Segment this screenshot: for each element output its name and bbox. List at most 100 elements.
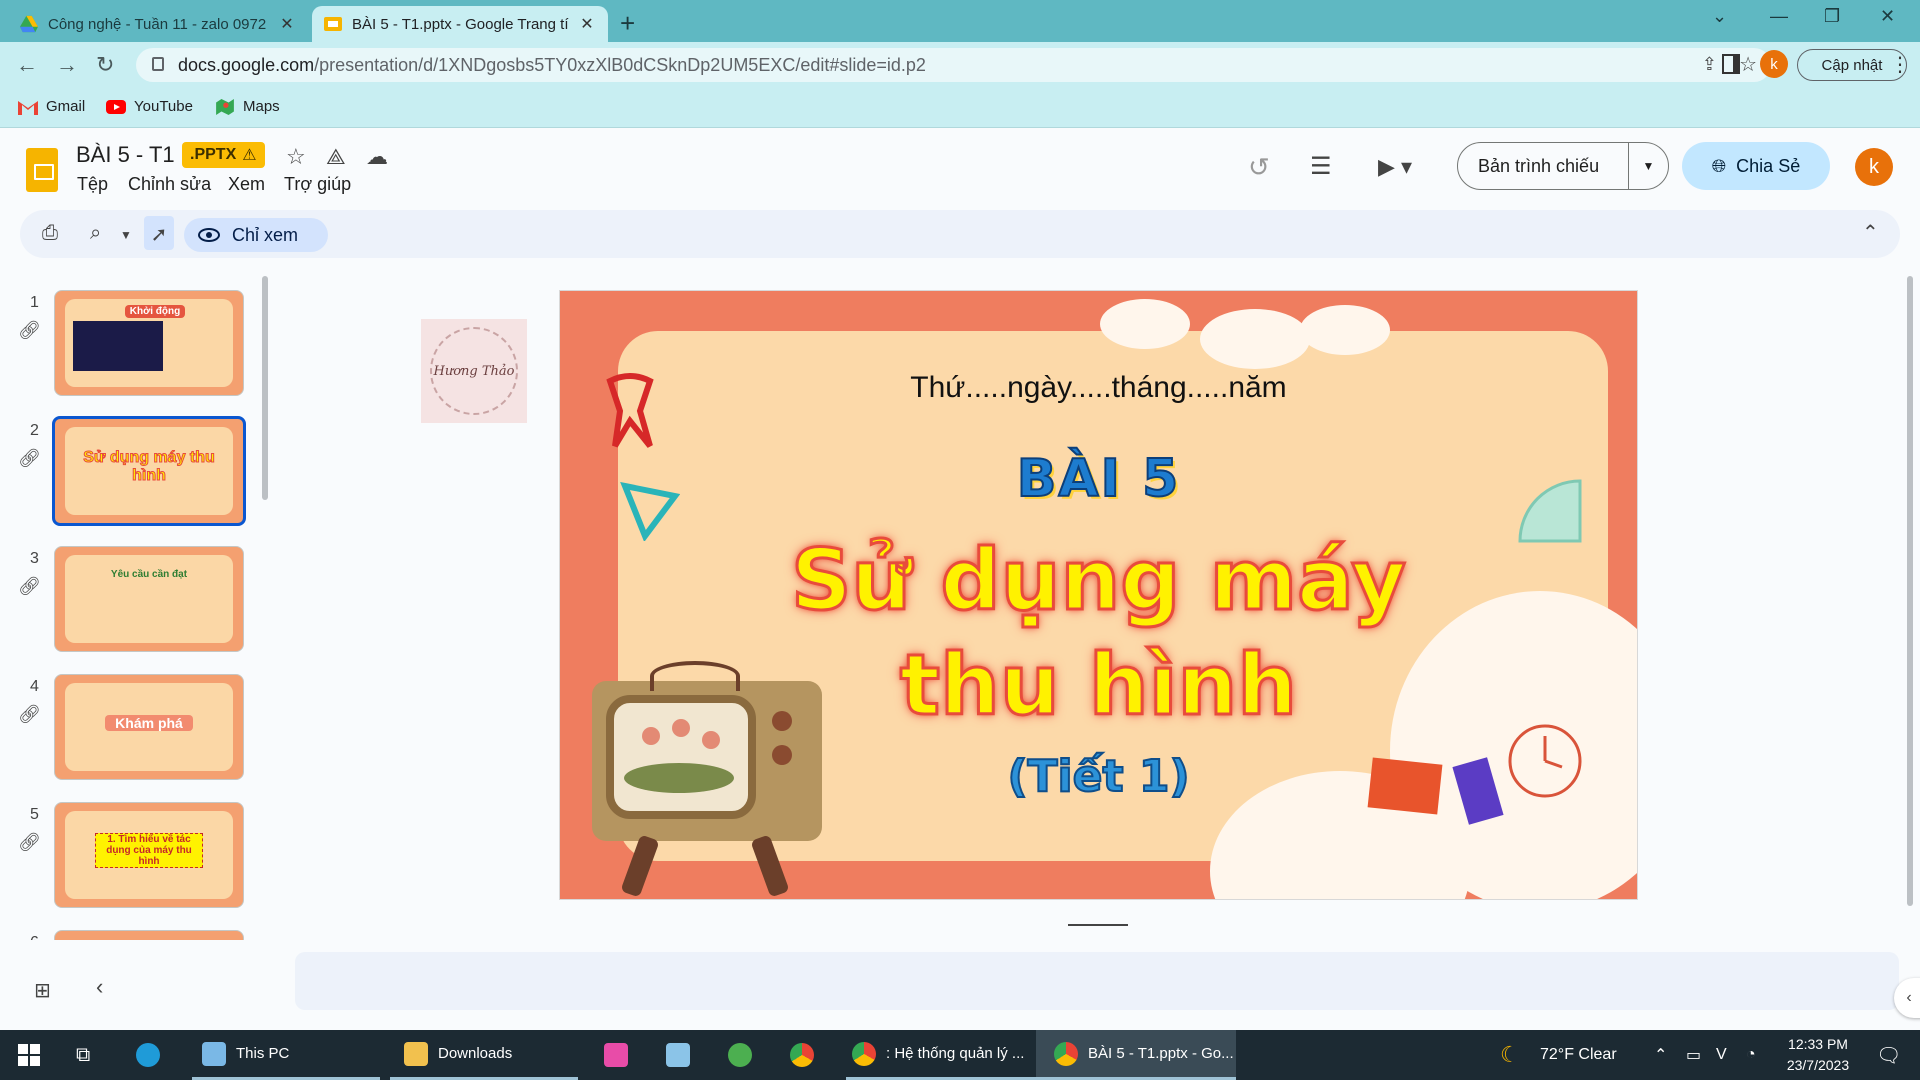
version-history-icon[interactable]: ↺ [1248,152,1270,183]
move-to-drive-icon[interactable]: ⟁ [326,144,346,170]
clock-icon [1508,724,1582,798]
slide-thumbnail-row[interactable]: 3 🔗︎ Yêu cầu cần đạt [0,546,260,664]
flower-shape [672,719,690,737]
tab-search-icon[interactable]: ⌄ [1712,6,1727,27]
slide-thumbnail-row[interactable]: 4 🔗︎ Khám phá [0,674,260,792]
close-tab-icon[interactable]: ✕ [278,14,296,34]
profile-avatar[interactable]: k [1760,50,1788,78]
slide-thumbnail[interactable] [54,930,244,940]
main-scrollbar[interactable] [1907,276,1913,906]
link-icon: 🔗︎ [18,704,41,724]
triangle-ruler-icon [620,481,680,541]
thumbnail-title: Khởi động [125,305,185,318]
thumbnail-panel: Khởi động [65,299,233,387]
thumbnail-panel: Khám phá [65,683,233,771]
menu-help[interactable]: Trợ giúp [284,174,351,195]
chevron-up-icon[interactable]: ⌃ [1862,220,1879,245]
more-menu-icon[interactable]: ⋮ [1890,52,1910,77]
bookmark-label: Gmail [46,98,86,115]
grid-view-icon[interactable]: ⊞ [34,978,51,1003]
vpn-icon[interactable]: V [1716,1030,1727,1080]
slide-canvas[interactable]: Thứ.....ngày.....tháng.....năm BÀI 5 Sử … [559,290,1638,900]
meet-icon[interactable]: ▶ ▾ [1378,154,1412,180]
filmstrip-scrollbar[interactable] [262,276,268,500]
notes-resize-handle[interactable] [1068,924,1128,926]
leaves-shape [624,763,734,793]
maximize-icon[interactable]: ❐ [1824,6,1840,27]
task-view-icon[interactable]: ⧉ [76,1030,90,1080]
chrome-icon[interactable] [790,1030,824,1080]
notifications-icon[interactable]: 🗨︎ [1876,1030,1901,1080]
account-avatar[interactable]: k [1855,148,1893,186]
bookmark-gmail[interactable]: Gmail [18,98,85,115]
back-icon[interactable]: ← [16,52,38,78]
flower-shape [642,727,660,745]
taskbar-chrome-window-1[interactable]: : Hệ thống quản lý ... [846,1030,1036,1080]
forward-icon[interactable]: → [56,52,78,78]
thumbnail-image [73,321,163,371]
url-input[interactable]: docs.google.com/presentation/d/1XNDgosbs… [136,48,1771,82]
share-button[interactable]: 🌐︎ Chia Sẻ [1682,142,1830,190]
bookmark-youtube[interactable]: YouTube [106,98,193,115]
cloud-decoration [1300,305,1390,355]
slide-thumbnail[interactable]: Yêu cầu cần đạt [54,546,244,652]
tab-cong-nghe[interactable]: Công nghệ - Tuần 11 - zalo 0972 ✕ [8,6,308,42]
side-panel-icon[interactable] [1722,54,1740,74]
slide-number: 4 [30,678,39,695]
slide-thumbnail[interactable]: Khởi động [54,290,244,396]
start-button[interactable] [18,1030,40,1080]
slide-title-line-1: Sử dụng máy [789,530,1407,631]
close-tab-icon[interactable]: ✕ [578,14,596,34]
photos-app-icon[interactable] [604,1030,638,1080]
url-host: docs.google.com [178,54,315,75]
taskbar-this-pc[interactable]: This PC [192,1030,380,1080]
system-clock[interactable]: 12:33 PM 23/7/2023 [1768,1034,1868,1076]
speaker-notes[interactable] [295,952,1899,1010]
clock-time: 12:33 PM [1788,1036,1848,1052]
edge-icon[interactable] [136,1030,170,1080]
collapse-filmstrip-icon[interactable]: ‹ [96,974,103,1000]
slide-thumbnail-row[interactable]: 5 🔗︎ 1. Tìm hiểu về tác dụng của máy thu… [0,802,260,920]
slideshow-button[interactable]: Bản trình chiếu ▼ [1457,142,1669,190]
slide-number: 1 [30,294,39,311]
weather-text[interactable]: 72°F Clear [1540,1030,1617,1080]
tab-bai5[interactable]: BÀI 5 - T1.pptx - Google Trang tí ✕ [312,6,608,42]
bookmark-maps[interactable]: Maps [215,98,280,115]
author-logo: Hương Thảo [421,319,527,423]
youtube-icon [106,99,126,114]
battery-icon[interactable]: ▭ [1686,1030,1701,1080]
taskbar-chrome-window-2[interactable]: BÀI 5 - T1.pptx - Go... [1036,1030,1236,1080]
bookmark-star-icon[interactable]: ☆ [1739,52,1757,77]
chevron-down-icon[interactable]: ▼ [1629,159,1668,173]
share-page-icon[interactable]: ⇪ [1702,54,1717,75]
reload-icon[interactable]: ↻ [96,52,114,78]
close-window-icon[interactable]: ✕ [1880,6,1895,27]
slide-thumbnail[interactable]: Khám phá [54,674,244,780]
slide-number: 3 [30,550,39,567]
new-tab-button[interactable]: + [620,8,635,39]
slide-thumbnail-row[interactable]: 2 🔗︎ Sử dụng máy thu hình [0,416,260,536]
minimize-icon[interactable]: — [1770,6,1788,27]
filmstrip: 1 🔗︎ Khởi động 2 🔗︎ Sử dụng máy thu hình… [0,150,270,940]
app-green-icon[interactable] [728,1030,762,1080]
thumbnail-panel: Yêu cầu cần đạt [65,555,233,643]
link-icon: 🔗︎ [18,448,41,468]
tv-illustration [592,681,822,841]
slide-thumbnail-row[interactable]: 1 🔗︎ Khởi động [0,290,260,408]
moon-weather-icon: ☾ [1500,1042,1520,1067]
windows-icon [18,1044,40,1066]
star-icon[interactable]: ☆ [286,144,306,170]
slide-thumbnail[interactable]: 1. Tìm hiểu về tác dụng của máy thu hình [54,802,244,908]
lesson-number: BÀI 5 [1016,448,1181,510]
cloud-status-icon[interactable]: ☁ [366,144,388,170]
wifi-icon[interactable]: ◔ [1746,1030,1756,1080]
chevron-up-icon[interactable]: ⌃ [1654,1030,1667,1080]
tv-knob [772,745,792,765]
notepad-app-icon[interactable] [666,1030,700,1080]
slide-number: 6 [30,934,39,940]
slide-thumbnail-selected[interactable]: Sử dụng máy thu hình [52,416,246,526]
taskbar-downloads[interactable]: Downloads [390,1030,578,1080]
bookmark-label: Maps [243,98,280,115]
slide-thumbnail-row[interactable]: 6 [0,930,260,940]
comments-icon[interactable]: ☰ [1310,152,1332,181]
